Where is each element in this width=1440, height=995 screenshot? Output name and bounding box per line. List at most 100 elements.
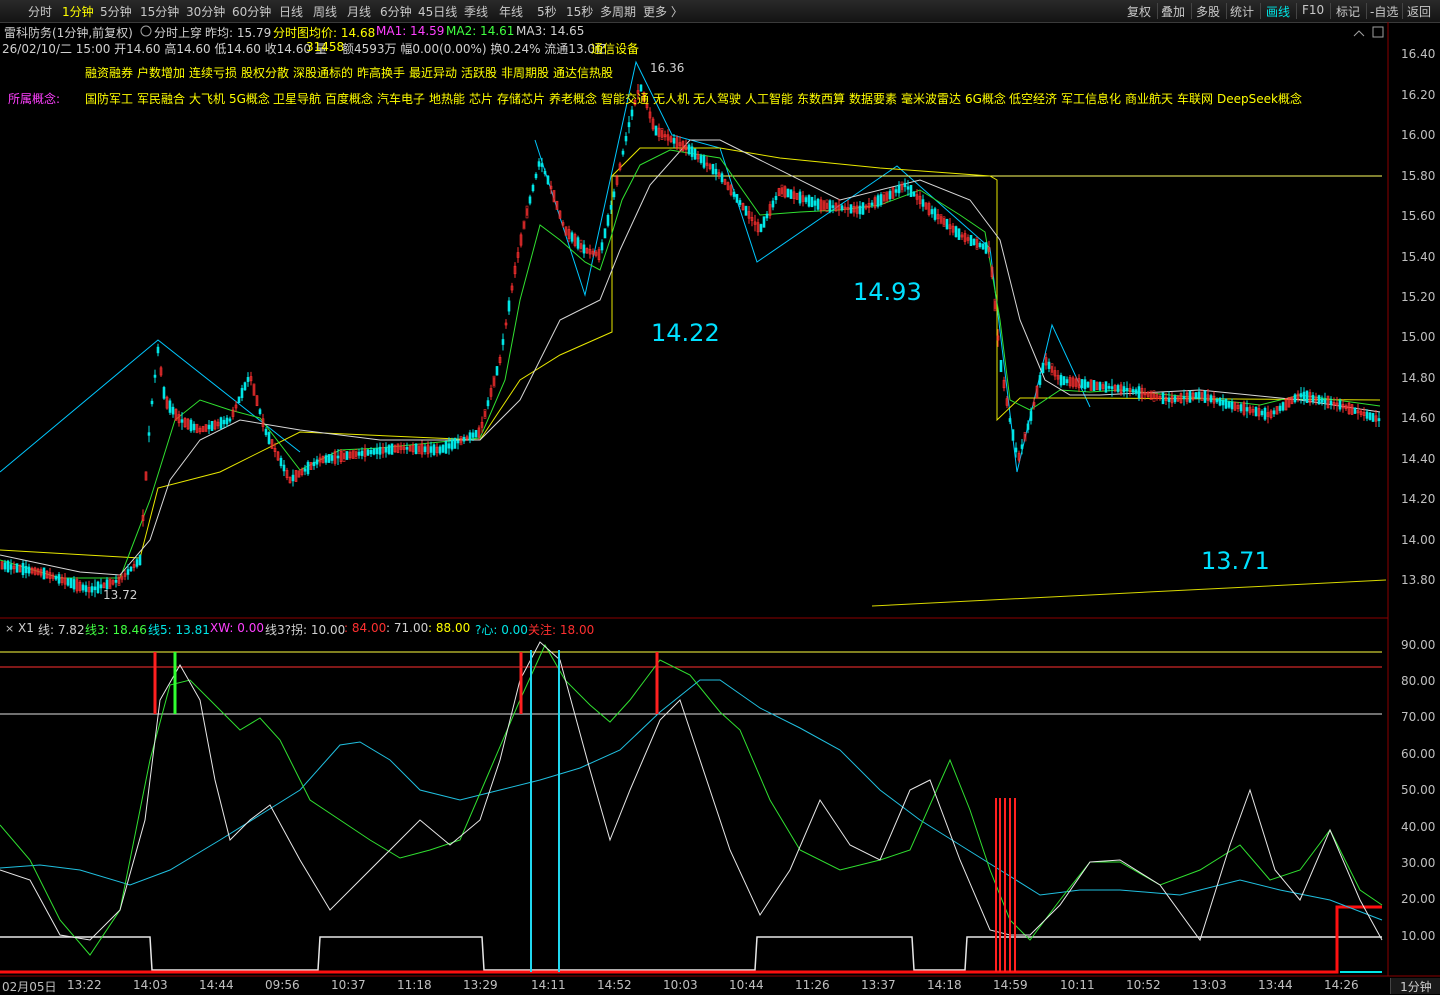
candle-body xyxy=(906,186,910,190)
remove-watchlist-button[interactable]: -自选 xyxy=(1370,3,1398,20)
chart-canvas[interactable]: × xyxy=(0,22,1440,994)
sector-link[interactable]: 通信设备 xyxy=(591,40,639,57)
tag-item[interactable]: 昨高换手 xyxy=(357,64,405,81)
concept-item[interactable]: 低空经济 xyxy=(1009,90,1057,107)
concept-item[interactable]: 国防军工 xyxy=(85,90,133,107)
concept-item[interactable]: 东数西算 xyxy=(797,90,845,107)
candle-body xyxy=(735,193,739,203)
multi-stock-button[interactable]: 多股 xyxy=(1196,3,1220,20)
tag-item[interactable]: 融资融券 xyxy=(85,64,133,81)
tf-60min[interactable]: 60分钟 xyxy=(232,3,271,20)
tag-item[interactable]: 股权分散 xyxy=(241,64,289,81)
candle-body xyxy=(765,213,769,219)
candle-body xyxy=(1215,399,1219,403)
candle-body xyxy=(312,461,316,467)
annotation-text[interactable]: 13.71 xyxy=(1201,547,1270,575)
restore-right-button[interactable]: 复权 xyxy=(1127,3,1151,20)
tf-fenshi[interactable]: 分时 xyxy=(28,3,52,20)
back-button[interactable]: 返回 xyxy=(1407,3,1431,20)
level-88-value: : 88.00 xyxy=(428,621,471,635)
candle-body xyxy=(612,191,616,198)
annotation-text[interactable]: 14.93 xyxy=(853,278,922,306)
candle-body xyxy=(570,232,574,242)
candle-body xyxy=(291,474,295,482)
concept-item[interactable]: 车联网 xyxy=(1177,90,1213,107)
candle-body xyxy=(690,146,694,157)
concept-item[interactable]: 地热能 xyxy=(429,90,465,107)
mode-label[interactable]: 分时上穿 xyxy=(154,24,202,41)
tf-week[interactable]: 周线 xyxy=(313,3,337,20)
tf-45day[interactable]: 45日线 xyxy=(418,3,457,20)
tf-season[interactable]: 季线 xyxy=(464,3,488,20)
concept-item[interactable]: 存储芯片 xyxy=(497,90,545,107)
tf-6min[interactable]: 6分钟 xyxy=(380,3,412,20)
tf-5min[interactable]: 5分钟 xyxy=(100,3,132,20)
concept-item[interactable]: 军工信息化 xyxy=(1061,90,1121,107)
concept-item[interactable]: DeepSeek概念 xyxy=(1217,90,1302,107)
candle-body xyxy=(828,200,832,213)
period-button[interactable]: 1分钟 xyxy=(1390,978,1440,994)
tag-item[interactable]: 最近异动 xyxy=(409,64,457,81)
concept-item[interactable]: 芯片 xyxy=(469,90,493,107)
tf-15min[interactable]: 15分钟 xyxy=(140,3,179,20)
tag-item[interactable]: 通达信热股 xyxy=(553,64,613,81)
candle-body xyxy=(1353,407,1357,414)
line-value: 线: 7.82 xyxy=(38,623,85,637)
concept-item[interactable]: 5G概念 xyxy=(229,90,270,107)
concept-item[interactable]: 智能交通 xyxy=(601,90,649,107)
draw-line-button[interactable]: 画线 xyxy=(1266,3,1290,20)
concept-item[interactable]: 大飞机 xyxy=(189,90,225,107)
concept-item[interactable]: 6G概念 xyxy=(965,90,1006,107)
concept-item[interactable]: 人工智能 xyxy=(745,90,793,107)
tag-item[interactable]: 非周期股 xyxy=(501,64,549,81)
concepts-label: 所属概念: xyxy=(8,92,61,106)
concept-item[interactable]: 养老概念 xyxy=(549,90,597,107)
tf-30min[interactable]: 30分钟 xyxy=(186,3,225,20)
tf-15sec[interactable]: 15秒 xyxy=(566,3,593,20)
candle-body xyxy=(831,205,835,208)
candle-body xyxy=(810,196,814,208)
candle-body xyxy=(138,554,142,566)
price-tick: 16.00 xyxy=(1401,128,1436,142)
mark-button[interactable]: 标记 xyxy=(1336,3,1360,20)
concept-item[interactable]: 百度概念 xyxy=(325,90,373,107)
candle-body xyxy=(210,421,214,431)
tag-item[interactable]: 活跃股 xyxy=(461,64,497,81)
tag-item[interactable]: 连续亏损 xyxy=(189,64,237,81)
candle-body xyxy=(954,226,958,238)
tag-item[interactable]: 深股通标的 xyxy=(293,64,353,81)
concept-item[interactable]: 商业航天 xyxy=(1125,90,1173,107)
tf-month[interactable]: 月线 xyxy=(347,3,371,20)
concept-item[interactable]: 卫星导航 xyxy=(273,90,321,107)
tag-item[interactable]: 户数增加 xyxy=(137,64,185,81)
tf-multi[interactable]: 多周期 xyxy=(600,3,636,20)
tf-5sec[interactable]: 5秒 xyxy=(537,3,557,20)
time-tick: 10:44 xyxy=(729,978,764,992)
concept-item[interactable]: 无人机 xyxy=(653,90,689,107)
f10-button[interactable]: F10 xyxy=(1302,3,1324,17)
candle-body xyxy=(732,191,736,197)
tf-more[interactable]: 更多 〉 xyxy=(643,3,683,20)
tf-year[interactable]: 年线 xyxy=(499,3,523,20)
concept-item[interactable]: 军民融合 xyxy=(137,90,185,107)
overlay-button[interactable]: 叠加 xyxy=(1161,3,1185,20)
candle-body xyxy=(789,189,793,199)
close-indicator-icon: × xyxy=(5,622,14,635)
indicator-tick: 40.00 xyxy=(1401,820,1436,834)
concept-item[interactable]: 毫米波雷达 xyxy=(901,90,961,107)
candle-body xyxy=(738,200,742,205)
indicator-name[interactable]: X1 xyxy=(18,621,34,635)
quote-line-2: 额4593万 幅0.00(0.00%) 换0.24% 流通13.0亿 xyxy=(342,42,608,56)
tf-day[interactable]: 日线 xyxy=(279,3,303,20)
ma1-label: MA1: 14.59 xyxy=(376,24,445,38)
tf-1min[interactable]: 1分钟 xyxy=(62,3,94,20)
concept-item[interactable]: 汽车电子 xyxy=(377,90,425,107)
statistics-button[interactable]: 统计 xyxy=(1230,3,1254,20)
candle-body xyxy=(444,441,448,454)
concept-item[interactable]: 数据要素 xyxy=(849,90,897,107)
concept-item[interactable]: 无人驾驶 xyxy=(693,90,741,107)
candle-body xyxy=(345,451,349,460)
candle-body xyxy=(501,339,505,345)
candle-body xyxy=(1293,394,1297,403)
annotation-text[interactable]: 14.22 xyxy=(651,319,720,347)
